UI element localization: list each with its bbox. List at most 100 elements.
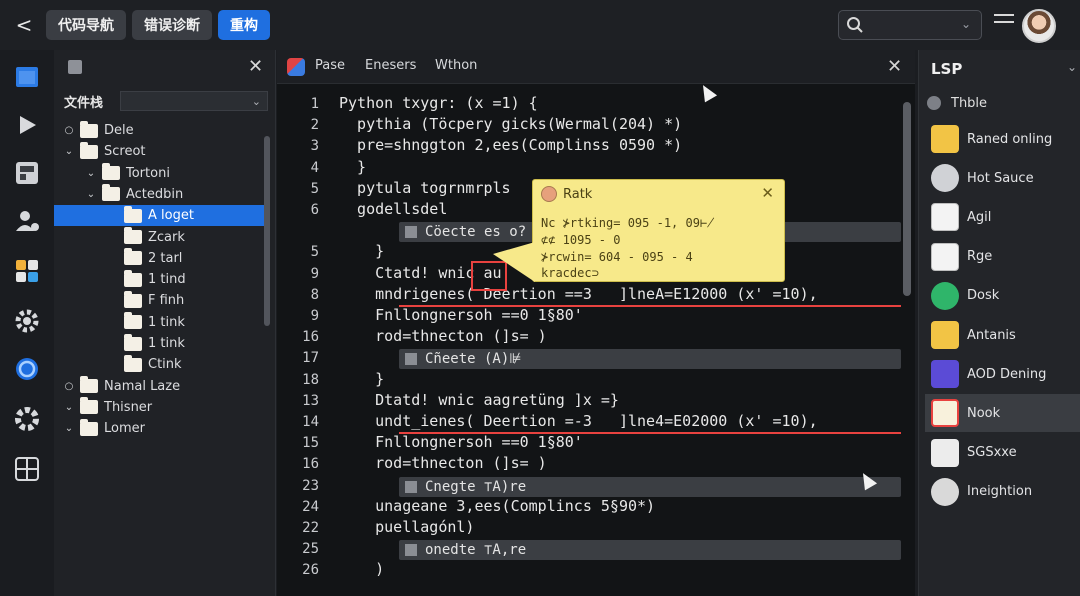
folder-icon [102,163,120,181]
tooltip-line: Nc ⊁rtking= 095 -1, 09⊬ [541,216,715,230]
chevron-down-icon[interactable]: ⌄ [62,423,76,434]
settings-icon[interactable] [12,306,42,336]
avatar[interactable] [1022,9,1056,43]
collapsed-region[interactable]: Cnegte ⊤A)re [399,476,901,497]
chevron-down-icon[interactable]: ⌄ [62,146,76,157]
code-line[interactable]: godellsdel [339,200,447,218]
extensions-icon[interactable] [12,158,42,188]
chevron-down-icon[interactable]: ⌄ [1067,60,1077,74]
files-icon[interactable] [12,62,42,92]
code-line[interactable]: pytula togrnmrpls [339,179,511,197]
code-line[interactable]: unageane 3,ees(Complincs 5§90*) [339,497,655,515]
tree-item[interactable]: ○ Namal Laze [54,376,266,397]
chevron-down-icon[interactable]: ⌄ [62,402,76,413]
close-icon[interactable]: ✕ [761,184,774,202]
tab-code-navigation[interactable]: 代码导航 [46,10,126,40]
chevron-down-icon: ⌄ [251,94,261,108]
editor-tab-pase[interactable]: Pase [315,58,345,73]
editor-scrollbar[interactable] [903,102,911,296]
lsp-list-item[interactable]: Nook [925,394,1080,433]
lsp-list-item[interactable]: Agil [925,198,1080,236]
code-line[interactable]: pre=shnggton 2,ees(Complinss 0590 *) [339,136,682,154]
lsp-list-item[interactable]: Hot Sauce [925,159,1080,197]
lsp-panel: LSP ⌄ Thble Raned onling Hot Sauce Agil Rge… [918,50,1080,596]
line-number: 25 [302,541,319,558]
run-icon[interactable] [12,110,42,140]
explorer-dropdown[interactable]: ⌄ [120,91,268,111]
menu-icon[interactable] [994,14,1014,34]
code-line[interactable]: pythia (Töcpery gicks(Wermal(204) *) [339,115,682,133]
search-icon [847,17,863,33]
line-number: 17 [302,350,319,367]
code-line[interactable]: Fnllongnersoh ==0 1§80' [339,433,583,451]
line-number: 14 [302,414,319,430]
file-explorer: ✕ 文件栈 ⌄ ○ Dele ⌄ Screot ⌄ Tortoni ⌄ Actedbin A l… [54,50,276,596]
lsp-list-item[interactable]: Dosk [925,277,1080,315]
tree-item[interactable]: 1 tind [54,269,266,290]
editor-tab-enesers[interactable]: Enesers [365,58,416,73]
line-number: 9 [310,265,319,282]
editor-tab-wthon[interactable]: Wthon [435,58,477,73]
collapsed-region[interactable]: Cñeete (A)⊯ [399,349,901,370]
tree-item[interactable]: 2 tarl [54,248,266,269]
lsp-list-item[interactable]: Antanis [925,316,1080,354]
collapsed-icon[interactable]: ○ [62,381,76,392]
gear-icon[interactable] [12,404,42,434]
fold-icon [405,226,417,239]
sync-icon[interactable] [12,354,42,384]
tree-item[interactable]: ⌄ Screot [54,141,266,162]
tree-item[interactable]: A loget [54,205,266,227]
tab-refactor[interactable]: 重构 [218,10,270,40]
search-input[interactable]: ⌄ [838,10,982,40]
tree-item[interactable]: ⌄ Tortoni [54,163,266,184]
tree-item[interactable]: ⌄ Actedbin [54,184,266,205]
tree-item[interactable]: 1 tink [54,333,266,354]
tree-item[interactable]: Zcark [54,227,266,248]
close-circle-icon [931,477,959,506]
tree-item[interactable]: ⌄ Lomer [54,418,266,439]
lsp-list-item[interactable]: AOD Dening [925,355,1080,393]
line-number: 2 [310,117,319,134]
lsp-list-item[interactable]: SGSxxe [925,434,1080,472]
folder-icon [931,399,959,428]
tree-item[interactable]: ○ Dele [54,120,266,141]
tree-item[interactable]: F finh [54,290,266,311]
tooltip-line: ⊄⊄ 1095 - 0 [541,233,621,247]
fold-icon [405,480,417,493]
tree-item[interactable]: ⌄ Thisner [54,397,266,418]
apps-icon[interactable] [12,256,42,286]
code-line[interactable]: ) [339,560,384,578]
lsp-list-item[interactable]: Ineightion [925,473,1080,511]
tree-item[interactable]: 1 tink [54,312,266,333]
tree-item[interactable]: Ctink [54,354,266,375]
tab-error-diagnosis[interactable]: 错误诊断 [132,10,212,40]
grid-icon[interactable] [12,454,42,484]
code-line[interactable]: } [339,158,366,176]
account-icon[interactable] [12,206,42,236]
code-line[interactable]: rod=thnecton (]s= ) [339,327,547,345]
code-line[interactable]: } [339,370,384,388]
panel-subtitle: Thble [951,95,988,111]
lsp-list-item[interactable]: Rge [925,238,1080,276]
back-button[interactable]: < [8,9,40,41]
code-line[interactable]: puellagónl) [339,518,474,536]
code-line[interactable]: Python txygr: (x =1) { [339,94,538,112]
collapsed-region[interactable]: onedte ⊤A,re [399,540,901,561]
collapsed-icon[interactable]: ○ [62,125,76,136]
close-icon[interactable]: ✕ [248,56,263,77]
lsp-list-item[interactable]: Raned onling [925,120,1080,158]
chevron-down-icon[interactable]: ⌄ [84,189,98,200]
code-line[interactable]: } [339,242,384,260]
line-number: 3 [310,138,319,155]
explorer-scrollbar[interactable] [264,136,270,326]
close-icon[interactable]: ✕ [887,56,902,77]
chevron-down-icon[interactable]: ⌄ [961,17,971,31]
lsp-list-item-label: AOD Dening [967,366,1047,382]
code-line[interactable]: undt_ienes( Deertion =-3 ]lne4=E02000 (x… [339,412,818,430]
chevron-down-icon[interactable]: ⌄ [84,168,98,179]
code-line[interactable]: mndrigenes( Deertion ==3 ]lneA=E12000 (x… [339,285,818,303]
code-line[interactable]: Fnllongnersoh ==0 1§80' [339,306,583,324]
code-line[interactable]: Dtatd! wnic aagretüng ]x =} [339,391,619,409]
panel-subtitle-row[interactable]: Thble [927,92,1080,114]
code-line[interactable]: rod=thnecton (]s= ) [339,454,547,472]
